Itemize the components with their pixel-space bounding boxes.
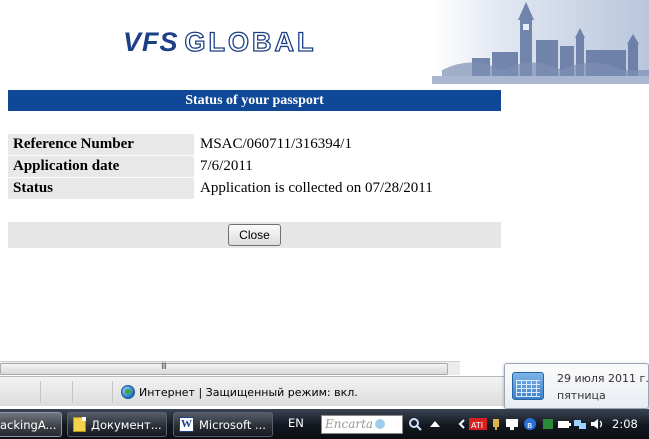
generic-tray-icon[interactable]: [541, 417, 555, 431]
status-separator: [112, 381, 113, 403]
status-separator: [72, 381, 73, 403]
taskbar-button-documents[interactable]: Документ...: [67, 412, 167, 437]
taskbar-clock[interactable]: 2:08: [612, 417, 638, 431]
taskbar-button-word[interactable]: W Microsoft ...: [173, 412, 273, 437]
encarta-search-box[interactable]: Encarta: [321, 415, 403, 434]
folder-icon: [73, 417, 86, 432]
display-icon[interactable]: [505, 417, 519, 431]
ati-icon[interactable]: ATI: [469, 417, 487, 431]
network-icon[interactable]: [573, 417, 587, 431]
svg-text:ATI: ATI: [471, 421, 483, 430]
speaker-icon[interactable]: [590, 417, 604, 431]
eject-arrow-icon[interactable]: [428, 417, 442, 431]
application-date-label: Application date: [8, 155, 194, 177]
bluetooth-icon[interactable]: ʙ: [523, 417, 537, 431]
reference-number-value: MSAC/060711/316394/1: [200, 135, 352, 152]
security-zone-indicator[interactable]: Интернет | Защищенный режим: вкл.: [121, 385, 358, 399]
calendar-icon: [512, 372, 544, 400]
info-row-status: Status Application is collected on 07/28…: [8, 177, 501, 199]
status-separator: [40, 381, 41, 403]
scrollbar-grip: III: [161, 362, 167, 372]
security-zone-text: Интернет | Защищенный режим: вкл.: [139, 385, 358, 399]
language-indicator[interactable]: EN: [288, 416, 304, 430]
application-date-value: 7/6/2011: [200, 157, 253, 174]
taskbar-button-ie[interactable]: ackingA...: [0, 412, 62, 437]
windows-taskbar: ackingA... Документ... W Microsoft ... E…: [0, 409, 649, 439]
search-icon[interactable]: [408, 417, 422, 431]
battery-icon[interactable]: [557, 417, 571, 431]
date-text: 29 июля 2011 г.: [557, 372, 649, 385]
word-icon: W: [179, 417, 194, 432]
chevron-left-icon[interactable]: [455, 417, 469, 431]
info-row-reference: Reference Number MSAC/060711/316394/1: [8, 133, 501, 155]
task-label: ackingA...: [0, 417, 57, 432]
close-button[interactable]: Close: [228, 224, 281, 246]
info-row-application-date: Application date 7/6/2011: [8, 155, 501, 177]
site-banner: VFS GLOBAL: [0, 0, 649, 88]
status-title-bar: Status of your passport: [8, 90, 501, 111]
status-value: Application is collected on 07/28/2011: [200, 179, 433, 196]
weekday-text: пятница: [557, 389, 606, 402]
status-info-table: Reference Number MSAC/060711/316394/1 Ap…: [8, 133, 501, 199]
network-plug-icon[interactable]: [489, 417, 503, 431]
reference-number-label: Reference Number: [8, 133, 194, 155]
status-label: Status: [8, 177, 194, 199]
logo-global-text: GLOBAL: [184, 26, 317, 57]
task-label: Документ...: [91, 417, 162, 432]
scrollbar-thumb[interactable]: III: [0, 362, 448, 375]
logo-vfs-text: VFS: [123, 27, 179, 57]
vfs-global-logo: VFS GLOBAL: [123, 26, 317, 57]
task-label: Microsoft ...: [199, 417, 266, 432]
svg-text:ʙ: ʙ: [527, 421, 532, 431]
globe-icon: [121, 385, 135, 399]
encarta-text: Encarta: [325, 417, 374, 431]
london-skyline-image: [432, 0, 649, 84]
horizontal-scrollbar[interactable]: III: [0, 361, 460, 375]
encarta-logo-icon: [375, 419, 386, 429]
date-tooltip: 29 июля 2011 г. пятница: [504, 363, 649, 409]
